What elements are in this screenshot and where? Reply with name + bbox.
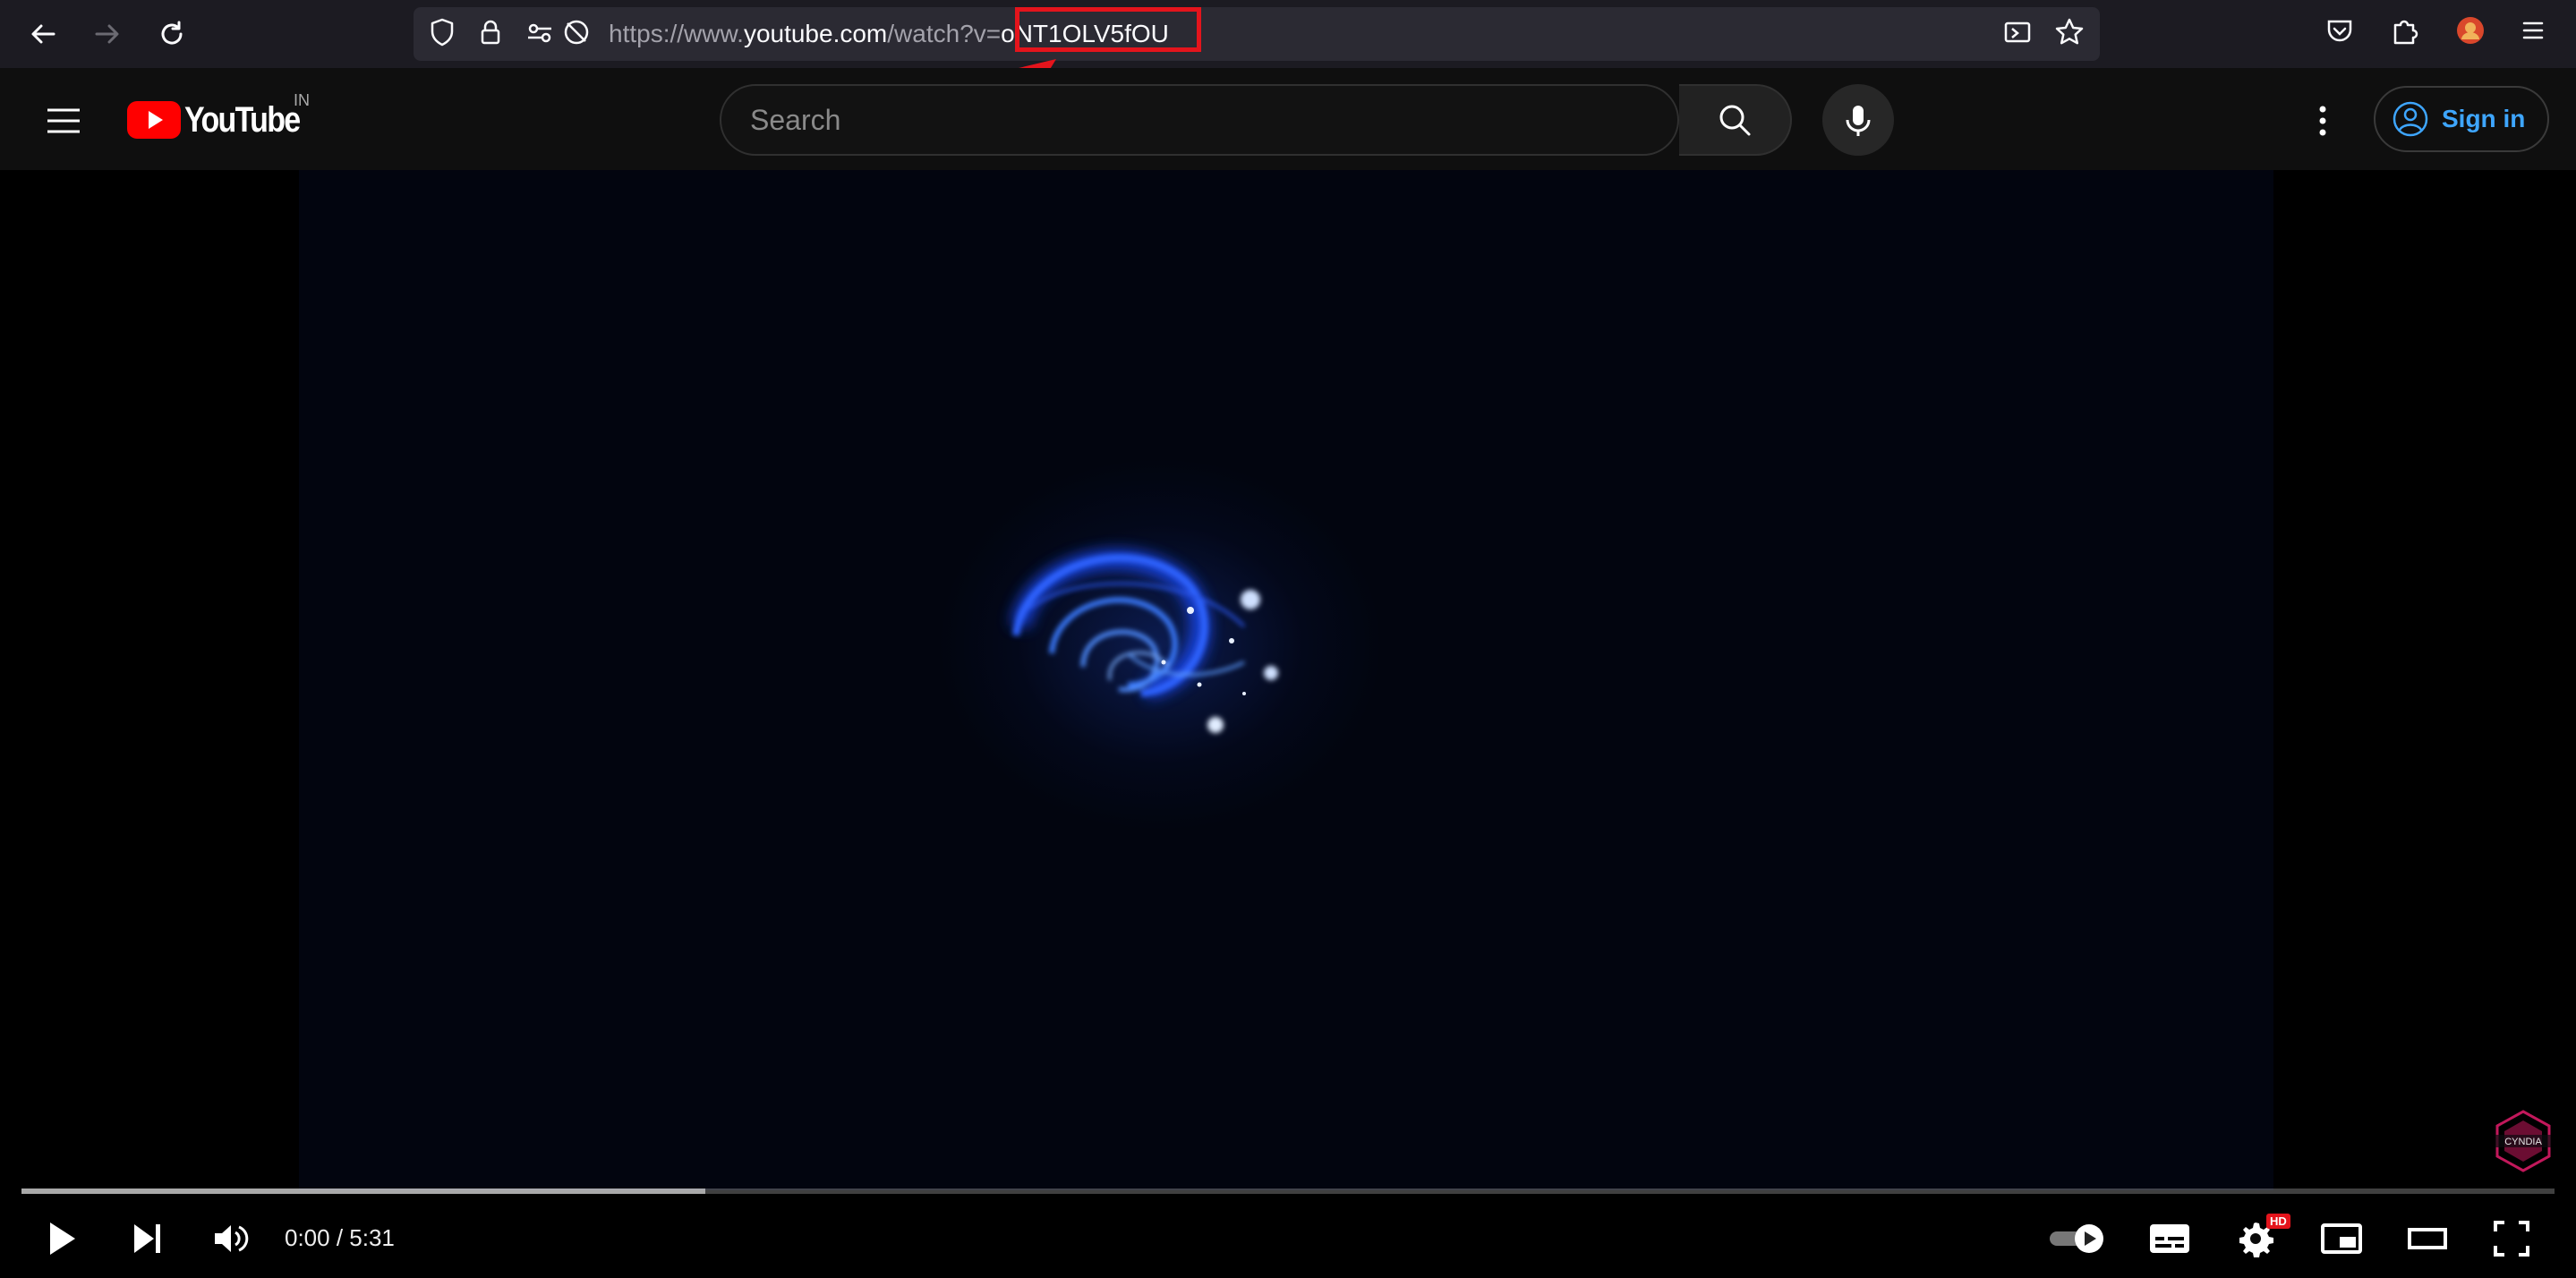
microphone-icon (1846, 106, 1871, 136)
play-button[interactable] (32, 1210, 90, 1267)
tracking-protection-button[interactable] (426, 16, 462, 52)
sign-in-label: Sign in (2442, 105, 2526, 132)
reload-button[interactable] (149, 11, 195, 57)
theater-mode-button[interactable] (2399, 1210, 2456, 1267)
settings-more-button[interactable] (2304, 97, 2341, 145)
subtitles-icon (2150, 1224, 2189, 1253)
video-id-highlight-box (1015, 7, 1201, 52)
permissions-icon (528, 23, 551, 43)
cyndia-logo-icon: CYNDIA (2495, 1110, 2551, 1172)
volume-icon (215, 1225, 249, 1252)
hd-badge: HD (2266, 1214, 2290, 1229)
shield-icon (431, 18, 454, 47)
search-button[interactable] (1679, 84, 1792, 156)
extensions-icon (2393, 20, 2418, 45)
profile-button[interactable] (2454, 14, 2492, 52)
voice-search-button[interactable] (1822, 84, 1894, 156)
browser-menu-button[interactable] (2517, 14, 2555, 52)
time-display: 0:00 / 5:31 (285, 1224, 395, 1251)
guide-menu-button[interactable] (39, 98, 88, 143)
sign-in-button[interactable]: Sign in (2374, 86, 2549, 152)
pocket-icon (2327, 20, 2352, 42)
fullscreen-icon (2494, 1221, 2529, 1257)
progress-buffered (21, 1189, 706, 1194)
miniplayer-button[interactable] (2313, 1210, 2370, 1267)
autoplay-toggle-icon (2050, 1224, 2103, 1253)
autoplay-toggle[interactable] (2044, 1210, 2112, 1267)
tracking-off-icon (564, 20, 589, 45)
url-host: youtube.com (743, 20, 888, 47)
channel-watermark[interactable]: CYNDIA (2490, 1108, 2556, 1174)
account-circle-icon (2393, 101, 2428, 137)
country-code-label: IN (294, 91, 310, 109)
search-input[interactable] (721, 86, 1677, 154)
url-path: /watch?v= (887, 20, 1002, 47)
search-box (720, 84, 1679, 156)
reader-view-icon (2004, 21, 2031, 43)
back-button[interactable] (20, 11, 66, 57)
forward-button[interactable] (84, 11, 131, 57)
extensions-button[interactable] (2388, 14, 2426, 52)
subtitles-button[interactable] (2141, 1210, 2198, 1267)
bookmark-star-icon (2055, 18, 2084, 45)
mute-button[interactable] (202, 1210, 260, 1267)
play-icon (50, 1223, 75, 1255)
tracking-off-button[interactable] (560, 16, 596, 52)
blue-light-swirl-image (1011, 550, 1278, 733)
pocket-button[interactable] (2324, 14, 2361, 52)
lock-icon (481, 20, 500, 45)
theater-mode-icon (2408, 1228, 2447, 1249)
permissions-button[interactable] (525, 16, 560, 52)
hamburger-menu-icon (47, 108, 80, 133)
watermark-text: CYNDIA (2504, 1137, 2542, 1147)
back-arrow-icon (31, 24, 55, 44)
reader-view-button[interactable] (2001, 16, 2037, 52)
reload-icon (161, 21, 183, 45)
more-vertical-icon (2319, 106, 2326, 136)
menu-icon (2522, 21, 2544, 39)
search-icon (1719, 105, 1751, 136)
profile-avatar-icon (2457, 17, 2484, 44)
next-button[interactable] (118, 1210, 175, 1267)
youtube-play-logo-icon (127, 101, 181, 139)
site-info-button[interactable] (474, 16, 510, 52)
url-prefix: https://www. (609, 20, 744, 47)
miniplayer-icon (2321, 1223, 2362, 1254)
bookmark-button[interactable] (2053, 16, 2089, 52)
forward-arrow-icon (95, 24, 119, 44)
youtube-logo[interactable]: YouTube (127, 95, 320, 145)
fullscreen-button[interactable] (2483, 1210, 2540, 1267)
next-icon (134, 1224, 160, 1253)
youtube-logo-text: YouTube (184, 99, 301, 140)
